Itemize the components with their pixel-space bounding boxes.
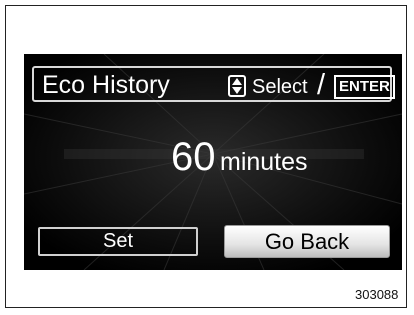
go-back-button[interactable]: Go Back xyxy=(224,225,390,258)
set-button[interactable]: Set xyxy=(38,227,198,256)
time-unit: minutes xyxy=(220,148,308,176)
enter-key-label: ENTER xyxy=(334,75,395,99)
figure-code: 303088 xyxy=(355,287,399,302)
time-value: 60 xyxy=(171,135,216,179)
hint-separator: / xyxy=(317,69,326,101)
display-screen: Eco History Select / ENTER 60 minutes Se… xyxy=(24,54,402,270)
title-bar: Eco History Select / ENTER xyxy=(32,66,395,102)
select-hint-label: Select xyxy=(252,76,308,98)
up-down-arrow-icon xyxy=(228,75,246,97)
screen-title: Eco History xyxy=(42,71,170,99)
